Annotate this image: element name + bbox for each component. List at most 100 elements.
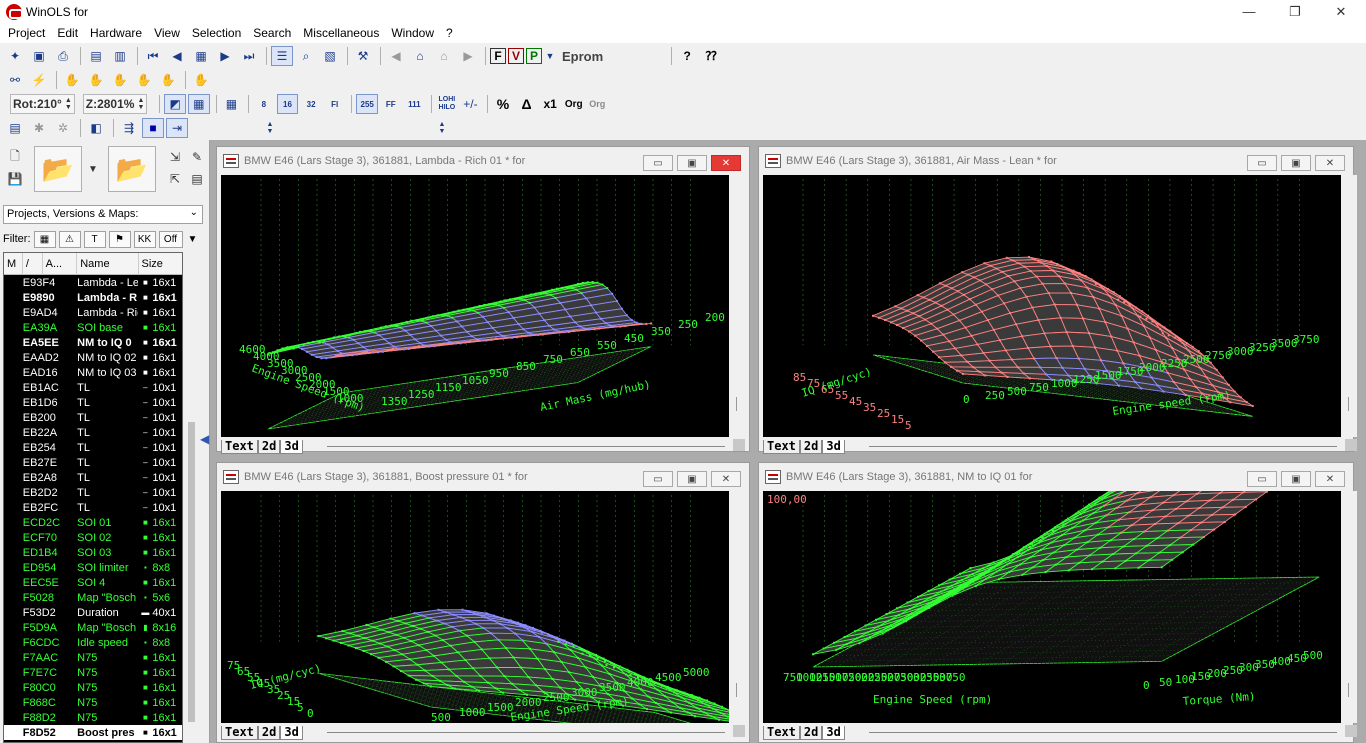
- recover-icon[interactable]: ✋: [190, 70, 212, 90]
- find-icon[interactable]: ⌕: [295, 46, 317, 66]
- open-recent-button[interactable]: 📂: [108, 146, 156, 192]
- sign-icon[interactable]: +/-: [460, 94, 482, 114]
- map-3d-plot[interactable]: 85 75 65 55 45 35 25 15 5 0 250 500 750 1000 1250 1500 1…: [763, 175, 1341, 437]
- new-file-icon[interactable]: 🗋: [6, 148, 24, 166]
- maximize-icon[interactable]: ▣: [1281, 471, 1311, 487]
- minimize-icon[interactable]: ▭: [643, 155, 673, 171]
- import-icon[interactable]: ⇲: [166, 148, 184, 166]
- save-icon[interactable]: 💾: [6, 170, 24, 188]
- map-window-titlebar[interactable]: BMW E46 (Lars Stage 3), 361881, Boost pr…: [217, 463, 749, 491]
- export-icon[interactable]: ⇱: [166, 170, 184, 188]
- list-item[interactable]: EB254 TL –10x1: [4, 440, 182, 455]
- map-window[interactable]: BMW E46 (Lars Stage 3), 361881, Lambda -…: [216, 146, 750, 454]
- list-item[interactable]: EB27E TL –10x1: [4, 455, 182, 470]
- filter-off-button[interactable]: Off: [158, 230, 183, 248]
- list-item[interactable]: EEC5E SOI 4 ■ 16x1: [4, 575, 182, 590]
- list-item[interactable]: F5D9A Map "Bosch ▮ 8x16: [4, 620, 182, 635]
- menu-view[interactable]: View: [148, 26, 186, 40]
- window-tile-icon[interactable]: ▥: [109, 46, 131, 66]
- list-item[interactable]: F7AAC N75 ■ 16x1: [4, 650, 182, 665]
- layers-icon[interactable]: ◧: [85, 118, 107, 138]
- delta-button[interactable]: Δ: [516, 94, 538, 114]
- filter-text-icon[interactable]: T: [83, 230, 106, 248]
- tab-scrollbar[interactable]: [869, 446, 1337, 447]
- next-map-icon[interactable]: ▶: [214, 46, 236, 66]
- properties-icon[interactable]: ▤: [188, 170, 206, 188]
- align-icon[interactable]: ⇶: [118, 118, 140, 138]
- forward-icon[interactable]: ▶: [457, 46, 479, 66]
- tab-3d[interactable]: 3d: [822, 440, 845, 454]
- menu-window[interactable]: Window: [385, 26, 440, 40]
- gear-icon[interactable]: ✲: [52, 118, 74, 138]
- tab-2d[interactable]: 2d: [799, 726, 823, 740]
- minimize-icon[interactable]: ▭: [1247, 471, 1277, 487]
- maximize-icon[interactable]: ▣: [677, 471, 707, 487]
- plot-scrollbar[interactable]: [733, 491, 745, 723]
- minimize-icon[interactable]: ▭: [643, 471, 673, 487]
- filter-kk-icon[interactable]: KK: [133, 230, 156, 248]
- magic-icon[interactable]: ✱: [28, 118, 50, 138]
- binary-button[interactable]: 111: [404, 94, 426, 114]
- list-item[interactable]: EB22A TL –10x1: [4, 425, 182, 440]
- map-window-titlebar[interactable]: BMW E46 (Lars Stage 3), 361881, Lambda -…: [217, 147, 749, 175]
- home-search-icon[interactable]: ⌂: [409, 46, 431, 66]
- scroll-thumb[interactable]: [736, 397, 742, 411]
- p-icon[interactable]: P: [526, 48, 542, 64]
- scroll-thumb[interactable]: [1348, 397, 1354, 411]
- factor-button[interactable]: x1: [539, 94, 561, 114]
- filter-flag-icon[interactable]: ⚑: [108, 230, 131, 248]
- hex-button[interactable]: FF: [380, 94, 402, 114]
- stack-icon[interactable]: ▤: [4, 118, 26, 138]
- prev-map-icon[interactable]: ◀: [166, 46, 188, 66]
- window-new-icon[interactable]: ▤: [85, 46, 107, 66]
- list-item[interactable]: EB2D2 TL –10x1: [4, 485, 182, 500]
- minimize-icon[interactable]: —: [1226, 0, 1272, 23]
- chevron-down-icon[interactable]: ▼: [544, 46, 556, 66]
- list-item[interactable]: ED954 SOI limiter ▪ 8x8: [4, 560, 182, 575]
- list-item[interactable]: EB2FC TL –10x1: [4, 500, 182, 515]
- maximize-icon[interactable]: ▣: [1281, 155, 1311, 171]
- tab-text[interactable]: Text: [221, 726, 258, 740]
- tab-text[interactable]: Text: [763, 440, 800, 454]
- menu-miscellaneous[interactable]: Miscellaneous: [297, 26, 385, 40]
- size-grip[interactable]: [1345, 439, 1357, 451]
- plot-scrollbar[interactable]: [1345, 175, 1357, 437]
- chevron-down-icon[interactable]: ▼: [84, 160, 102, 178]
- tab-text[interactable]: Text: [221, 440, 258, 454]
- first-map-icon[interactable]: ⏮: [142, 46, 164, 66]
- minimize-icon[interactable]: ▭: [1247, 155, 1277, 171]
- chevron-down-icon[interactable]: ▼: [186, 231, 200, 248]
- map-list-scrollbar[interactable]: [185, 252, 199, 743]
- menu-selection[interactable]: Selection: [186, 26, 247, 40]
- maximize-icon[interactable]: ▣: [677, 155, 707, 171]
- list-item[interactable]: EB2A8 TL –10x1: [4, 470, 182, 485]
- spinner-b-icon[interactable]: ▲ ▼: [437, 118, 447, 138]
- list-item[interactable]: ECF70 SOI 02 ■ 16x1: [4, 530, 182, 545]
- list-item[interactable]: F868C N75 ■ 16x1: [4, 695, 182, 710]
- list-item[interactable]: EAD16 NM to IQ 03 ■ 16x1: [4, 365, 182, 380]
- verify-icon[interactable]: ✋: [109, 70, 131, 90]
- tab-2d[interactable]: 2d: [257, 726, 281, 740]
- list-item[interactable]: F5028 Map "Bosch ▪ 5x6: [4, 590, 182, 605]
- restore-icon[interactable]: ❐: [1272, 0, 1318, 23]
- map-grid-icon[interactable]: ▦: [190, 46, 212, 66]
- spinner-a-icon[interactable]: ▲ ▼: [265, 118, 275, 138]
- scroll-thumb[interactable]: [188, 422, 195, 722]
- wizard-icon[interactable]: ✦: [4, 46, 26, 66]
- read-icon[interactable]: ✋: [61, 70, 83, 90]
- tab-3d[interactable]: 3d: [280, 726, 303, 740]
- list-view-icon[interactable]: ☰: [271, 46, 293, 66]
- color-fill-icon[interactable]: ■: [142, 118, 164, 138]
- v-icon[interactable]: V: [508, 48, 524, 64]
- list-item[interactable]: F80C0 N75 ■ 16x1: [4, 680, 182, 695]
- close-icon[interactable]: ✕: [711, 155, 741, 171]
- last-map-icon[interactable]: ⏭: [238, 46, 260, 66]
- percent-button[interactable]: %: [492, 94, 514, 114]
- size-grip[interactable]: [733, 439, 745, 451]
- list-item[interactable]: E9890 Lambda - R ■ 16x1: [4, 290, 182, 305]
- list-item[interactable]: F88D2 N75 ■ 16x1: [4, 710, 182, 725]
- back-icon[interactable]: ◀: [385, 46, 407, 66]
- tab-scrollbar[interactable]: [869, 732, 1337, 733]
- map-window[interactable]: BMW E46 (Lars Stage 3), 361881, Air Mass…: [758, 146, 1357, 454]
- tab-3d[interactable]: 3d: [822, 726, 845, 740]
